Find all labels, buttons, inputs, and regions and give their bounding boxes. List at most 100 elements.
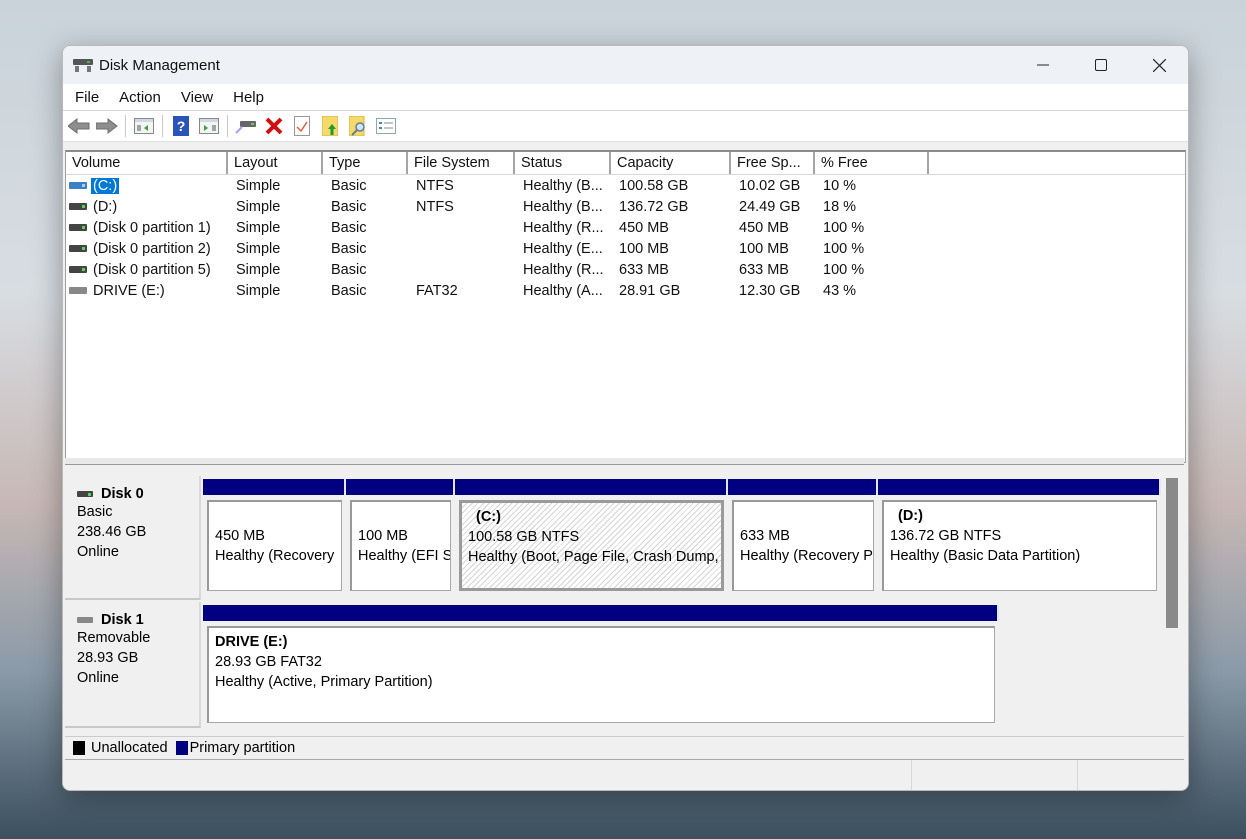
pane-splitter[interactable] [65,458,1184,465]
disk-info-panel[interactable]: Disk 0 Basic 238.46 GB Online [65,476,201,600]
disk-name: Disk 0 [77,486,199,502]
partition-name: (C:) [476,509,501,525]
folder-search-icon [349,116,365,136]
disk-info-panel[interactable]: Disk 1 Removable 28.93 GB Online [65,602,201,728]
partition-block[interactable]: (D:) 136.72 GB NTFS Healthy (Basic Data Pa… [878,479,1161,595]
connect-virtual-disk-button[interactable] [234,114,258,138]
partition-block[interactable]: DRIVE (E:) 28.93 GB FAT32 Healthy (Active,… [203,605,999,727]
column-header-free-space[interactable]: Free Sp... [731,152,815,174]
partition-block[interactable]: 633 MB Healthy (Recovery P [728,479,878,595]
volume-row[interactable]: (Disk 0 partition 2) Simple Basic Healthy (… [66,238,1185,259]
cell-layout: Simple [236,219,281,236]
disk-name-label: Disk 0 [101,486,144,502]
disk-type: Removable [77,630,151,646]
partition-status: Healthy (Boot, Page File, Crash Dump, [468,549,719,565]
cell-capacity: 450 MB [619,219,669,236]
primary-partition-bar [728,479,878,495]
column-header-status[interactable]: Status [515,152,611,174]
close-icon [1152,58,1166,72]
menu-view[interactable]: View [169,89,221,106]
cell-status: Healthy (B... [523,177,603,194]
export-list-button[interactable] [318,114,342,138]
maximize-button[interactable] [1072,46,1130,84]
partition-strip: 450 MB Healthy (Recovery 100 MB Healthy (E… [201,476,1171,600]
volume-row[interactable]: (Disk 0 partition 1) Simple Basic Healthy (… [66,217,1185,238]
volume-name: (Disk 0 partition 2) [93,240,211,257]
cell-status: Healthy (R... [523,219,604,236]
partition-block[interactable]: 450 MB Healthy (Recovery [203,479,346,595]
cell-file-system: FAT32 [416,282,458,299]
cell-volume: (Disk 0 partition 1) [66,220,228,236]
volume-row[interactable]: (D:) Simple Basic NTFS Healthy (B... 136.72 G… [66,196,1185,217]
checklist-icon [376,118,396,134]
cell-volume: (Disk 0 partition 2) [66,241,228,257]
primary-partition-bar [878,479,1161,495]
partition-size-fs: 633 MB [740,528,790,544]
partition-strip: DRIVE (E:) 28.93 GB FAT32 Healthy (Active,… [201,602,1171,728]
column-header-type[interactable]: Type [323,152,408,174]
maximize-icon [1095,59,1107,71]
partition-block[interactable]: (C:) 100.58 GB NTFS Healthy (Boot, Page Fi… [455,479,728,595]
window-title: Disk Management [99,56,220,74]
toolbar-separator [125,115,126,137]
properties-check-icon [294,116,310,136]
cell-file-system: NTFS [416,177,454,194]
cell-volume: (D:) [66,199,228,215]
partition-details: 633 MB Healthy (Recovery P [732,500,874,591]
disk-name-label: Disk 1 [101,612,144,628]
disk-status: Online [77,544,119,560]
partition-block[interactable]: 100 MB Healthy (EFI S [346,479,455,595]
partition-name [740,506,867,526]
back-button[interactable] [67,114,91,138]
menu-help[interactable]: Help [221,89,272,106]
explore-button[interactable] [346,114,370,138]
disk-graphical-view: Disk 0 Basic 238.46 GB Online 450 MB Healthy… [65,466,1184,736]
disk-status: Online [77,670,119,686]
partition-details: 450 MB Healthy (Recovery [207,500,342,591]
show-hide-console-tree-button[interactable] [132,114,156,138]
minimize-button[interactable] [1014,46,1072,84]
vertical-scrollbar[interactable] [1166,478,1178,628]
partition-details: DRIVE (E:) 28.93 GB FAT32 Healthy (Active,… [207,626,995,723]
partition-name [358,506,444,526]
menu-action[interactable]: Action [107,89,169,106]
column-header-volume[interactable]: Volume [66,152,228,174]
cell-percent-free: 100 % [823,261,865,278]
close-button[interactable] [1130,46,1188,84]
action-pane-icon [199,118,219,134]
volume-row[interactable]: (Disk 0 partition 5) Simple Basic Healthy (… [66,259,1185,280]
status-bar [63,760,1188,790]
minimize-icon [1037,64,1049,66]
volume-list-rows: (C:) Simple Basic NTFS Healthy (B... 100.58 G… [66,175,1185,301]
primary-partition-swatch [175,741,188,755]
cell-capacity: 136.72 GB [619,198,689,215]
volume-list-header: Volume Layout Type File System Status Ca… [66,152,1185,175]
delete-button[interactable] [262,114,286,138]
menu-file[interactable]: File [63,89,107,106]
cell-layout: Simple [236,282,281,299]
cell-type: Basic [331,261,367,278]
cell-free-space: 10.02 GB [739,177,801,194]
back-arrow-icon [68,118,90,134]
partition-details: 100 MB Healthy (EFI S [350,500,451,591]
cell-free-space: 100 MB [739,240,789,257]
legend-primary-partition: Primary partition [189,740,296,756]
cell-capacity: 100.58 GB [619,177,689,194]
settings-list-button[interactable] [374,114,398,138]
volume-row[interactable]: (C:) Simple Basic NTFS Healthy (B... 100.58 G… [66,175,1185,196]
forward-button[interactable] [95,114,119,138]
disk-icon [77,491,93,497]
show-hide-action-pane-button[interactable] [197,114,221,138]
column-header-file-system[interactable]: File System [408,152,515,174]
column-header-percent-free[interactable]: % Free [815,152,929,174]
partition-size-fs: 136.72 GB NTFS [890,528,1002,544]
cell-status: Healthy (B... [523,198,603,215]
help-button[interactable]: ? [169,114,193,138]
partition-details: (D:) 136.72 GB NTFS Healthy (Basic Data Pa… [882,500,1157,591]
partition-size-fs: 100.58 GB NTFS [468,529,580,545]
volume-row[interactable]: DRIVE (E:) Simple Basic FAT32 Healthy (A... 2… [66,280,1185,301]
primary-partition-bar [346,479,455,495]
properties-button[interactable] [290,114,314,138]
column-header-capacity[interactable]: Capacity [611,152,731,174]
column-header-layout[interactable]: Layout [228,152,323,174]
